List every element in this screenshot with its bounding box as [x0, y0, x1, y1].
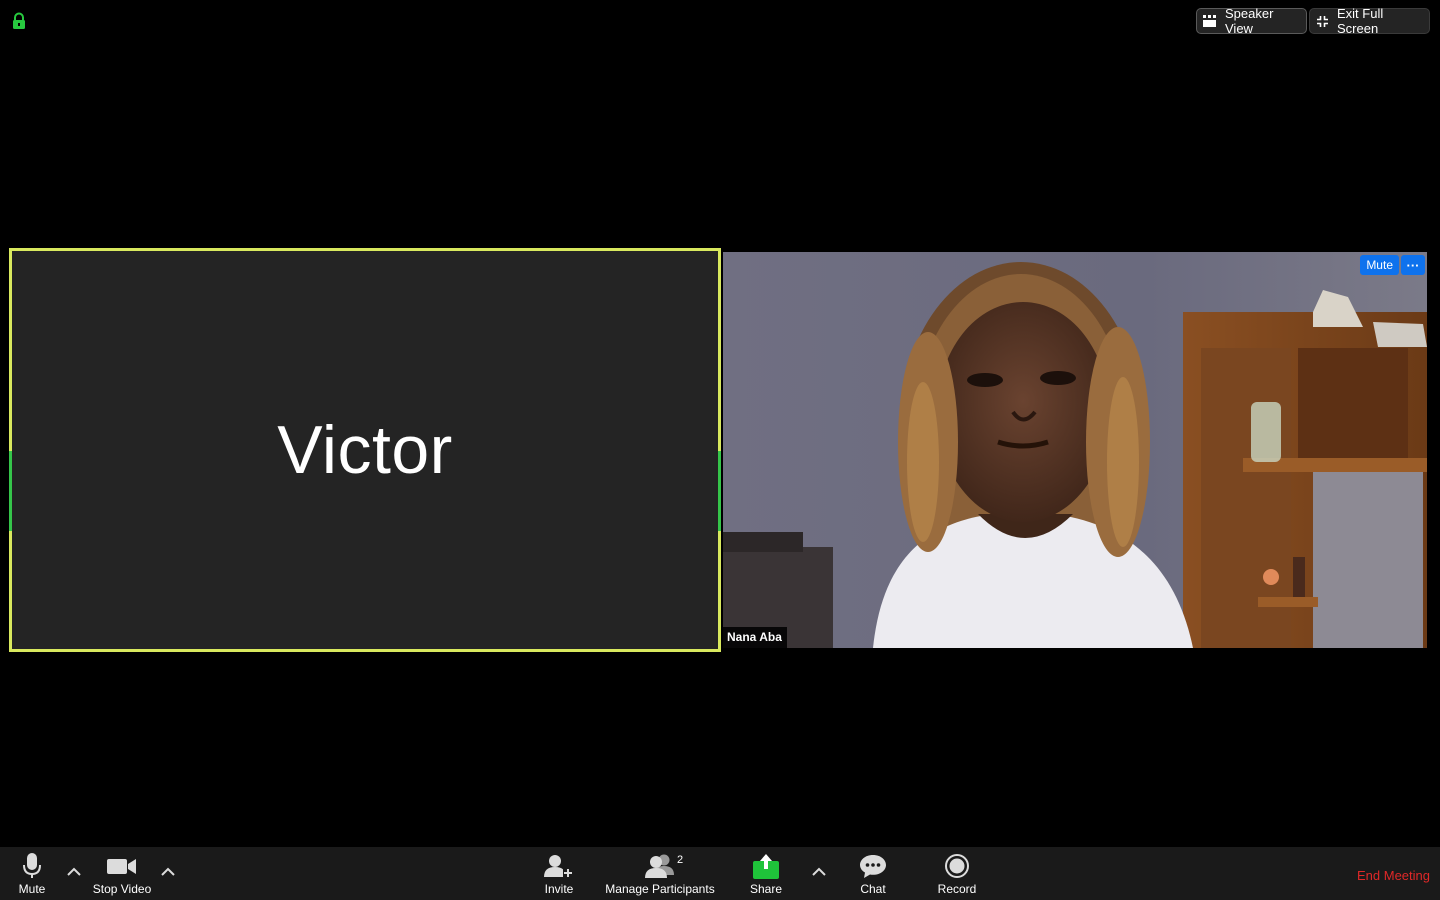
chevron-up-icon — [812, 867, 826, 876]
share-label: Share — [749, 882, 783, 896]
speaker-view-label: Speaker View — [1225, 6, 1274, 36]
record-label: Record — [937, 882, 977, 896]
record-icon — [945, 854, 969, 878]
video-camera-icon — [107, 859, 136, 874]
chat-label: Chat — [860, 882, 886, 896]
encryption-lock-icon[interactable] — [11, 12, 27, 30]
participant-mute-button[interactable]: Mute — [1360, 255, 1399, 275]
record-button[interactable]: Record — [932, 847, 982, 900]
audio-options-caret[interactable] — [64, 861, 84, 881]
chat-button[interactable]: Chat — [852, 847, 894, 900]
microphone-icon — [23, 853, 41, 878]
stop-video-button[interactable]: Stop Video — [88, 847, 156, 900]
zoom-meeting-window: Speaker View Exit Full Screen Victor Nan… — [0, 0, 1440, 900]
video-tile-victor[interactable]: Victor — [9, 248, 721, 652]
participant-name-nana-aba: Nana Aba — [723, 627, 787, 648]
share-options-caret[interactable] — [809, 861, 829, 881]
exit-full-screen-label: Exit Full Screen — [1337, 6, 1384, 36]
video-tile-nana-aba[interactable]: Nana Aba Mute ··· — [723, 252, 1427, 648]
manage-participants-label: Manage Participants — [605, 882, 715, 896]
participant-more-options-button[interactable]: ··· — [1401, 255, 1425, 275]
meeting-controls-toolbar: Mute Stop Video Invite Manage Participan… — [0, 847, 1440, 900]
add-person-icon — [544, 855, 573, 878]
invite-button[interactable]: Invite — [536, 847, 582, 900]
exit-full-screen-button[interactable]: Exit Full Screen — [1309, 6, 1430, 36]
end-meeting-button[interactable]: End Meeting — [1357, 868, 1430, 883]
exit-full-screen-icon — [1317, 15, 1328, 27]
invite-label: Invite — [544, 882, 574, 896]
chevron-up-icon — [161, 867, 175, 876]
share-screen-button[interactable]: Share — [746, 847, 786, 900]
mute-button[interactable]: Mute — [12, 847, 52, 900]
participant-name-victor: Victor — [277, 412, 453, 488]
video-options-caret[interactable] — [158, 861, 178, 881]
speaking-indicator-left — [9, 451, 12, 531]
speaker-view-button[interactable]: Speaker View — [1196, 6, 1307, 36]
mute-label: Mute — [18, 882, 46, 896]
chat-bubble-icon — [860, 855, 886, 878]
participants-count-badge: 2 — [677, 854, 684, 866]
participants-icon — [645, 854, 674, 878]
chevron-up-icon — [67, 867, 81, 876]
share-screen-icon — [753, 854, 779, 879]
speaker-view-icon — [1203, 15, 1216, 27]
manage-participants-button[interactable]: Manage Participants — [600, 847, 720, 900]
stop-video-label: Stop Video — [92, 882, 152, 896]
speaking-indicator-right — [718, 451, 721, 531]
camera-feed-image — [723, 252, 1427, 648]
